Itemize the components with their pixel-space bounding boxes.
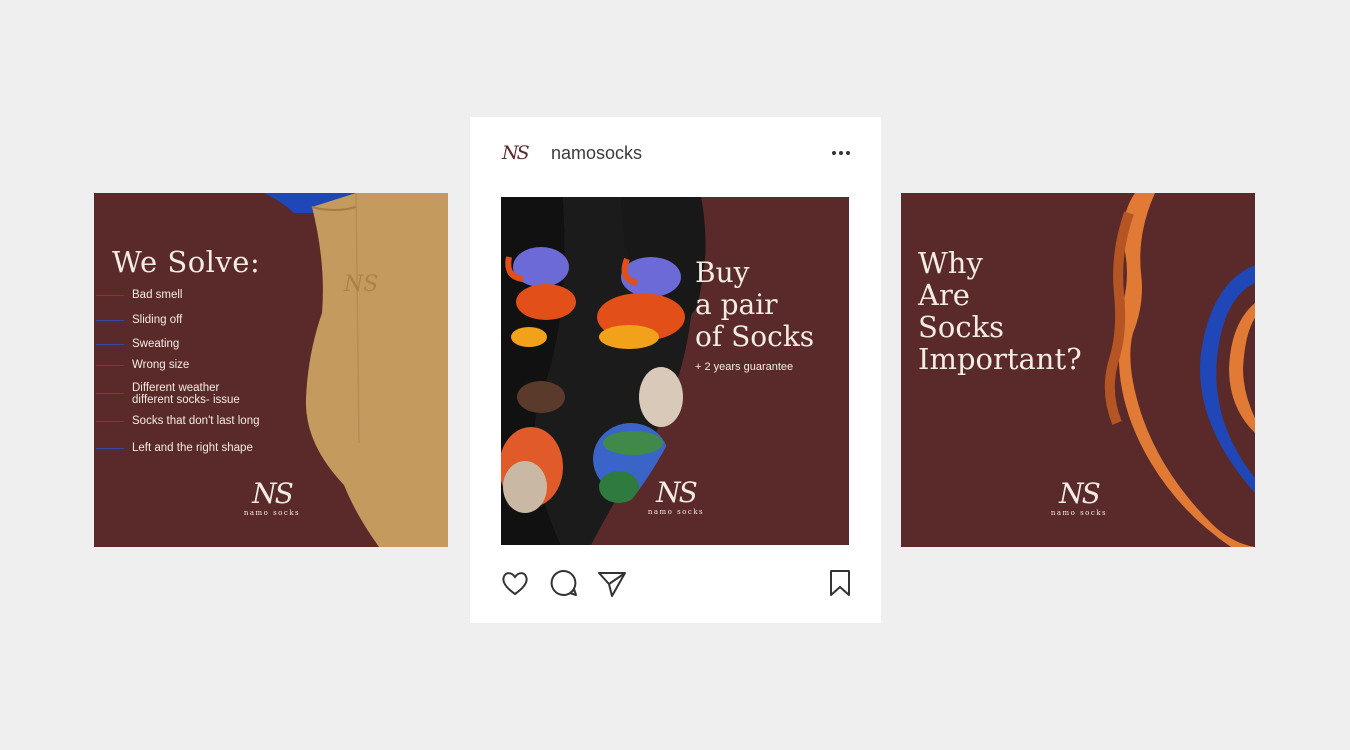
avatar[interactable]: NS [502,140,536,166]
tile-title: We Solve: [112,245,261,279]
tile-title: Why Are Socks Important? [918,246,1082,376]
share-icon[interactable] [596,567,628,599]
post-image: Buy a pair of Socks + 2 years guarantee … [501,197,849,545]
brand-logo: NS namo socks [243,477,301,518]
brand-logo: NS namo socks [1050,477,1108,518]
more-icon[interactable] [832,147,854,159]
svg-text:NS: NS [343,272,378,297]
username[interactable]: namosocks [551,143,642,164]
instagram-post-card: NS namosocks Buy a pair of Socks + 2 yea [470,117,881,623]
post-headline: Buy a pair of Socks [695,256,815,353]
post-subtitle: + 2 years guarantee [695,361,794,373]
brand-logo: NS namo socks [647,476,705,517]
post-preview-we-solve: NS We Solve: Bad smell Sliding off Sweat… [94,193,448,547]
bookmark-icon[interactable] [824,567,856,599]
post-preview-why-socks: Why Are Socks Important? NS namo socks [901,193,1255,547]
comment-icon[interactable] [548,567,580,599]
heart-icon[interactable] [499,567,531,599]
